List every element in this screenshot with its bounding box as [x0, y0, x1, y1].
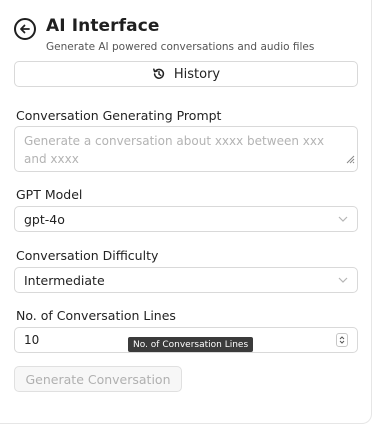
arrow-left-icon [20, 24, 30, 34]
resize-grip-icon[interactable] [346, 151, 355, 169]
lines-tooltip: No. of Conversation Lines [128, 337, 254, 352]
chevron-down-icon [338, 277, 348, 283]
back-button[interactable] [14, 18, 36, 40]
difficulty-label: Conversation Difficulty [16, 248, 159, 263]
gpt-model-value: gpt-4o [24, 211, 65, 227]
history-icon [152, 67, 166, 81]
history-button-label: History [173, 66, 221, 82]
ai-interface-panel: AI Interface Generate AI powered convers… [0, 0, 372, 424]
difficulty-value: Intermediate [24, 272, 105, 288]
gpt-model-label: GPT Model [16, 187, 83, 202]
page-subtitle: Generate AI powered conversations and au… [46, 41, 315, 53]
history-button[interactable]: History [14, 61, 358, 87]
difficulty-select[interactable]: Intermediate [14, 267, 358, 293]
generate-conversation-button[interactable]: Generate Conversation [14, 366, 182, 392]
chevron-down-icon [338, 216, 348, 222]
prompt-placeholder: Generate a conversation about xxxx betwe… [24, 134, 325, 166]
lines-value: 10 [24, 333, 40, 347]
page-title: AI Interface [46, 16, 160, 36]
number-stepper[interactable] [336, 333, 348, 347]
lines-label: No. of Conversation Lines [16, 308, 176, 323]
stepper-arrows-icon [339, 336, 345, 344]
prompt-textarea[interactable]: Generate a conversation about xxxx betwe… [14, 126, 358, 172]
gpt-model-select[interactable]: gpt-4o [14, 206, 358, 232]
prompt-label: Conversation Generating Prompt [16, 108, 222, 123]
